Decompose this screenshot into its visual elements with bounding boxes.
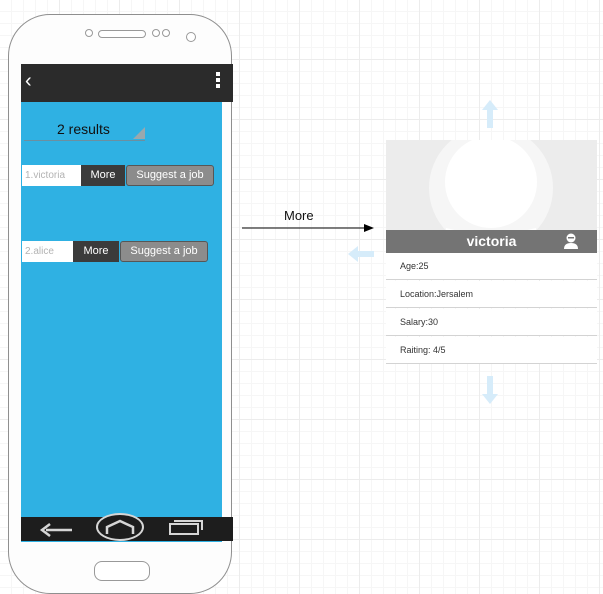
more-button-victoria[interactable]: More [81, 165, 125, 186]
profile-rating: Raiting: 4/5 [386, 337, 597, 364]
phone-bottom-button [94, 561, 150, 581]
arrow-up-hint-icon [482, 100, 498, 128]
sensor-dot [152, 29, 160, 37]
profile-salary: Salary:30 [386, 309, 597, 336]
back-nav-icon[interactable] [36, 520, 76, 538]
profile-location: Location:Jersalem [386, 281, 597, 308]
results-count: 2 results [57, 121, 110, 137]
result-name-alice: 2.alice [22, 241, 73, 262]
navigation-arrow [242, 224, 374, 232]
connector-label: More [284, 208, 314, 223]
results-underline [24, 140, 145, 141]
camera-dot [85, 29, 93, 37]
app-top-bar [21, 64, 233, 102]
phone-screen [21, 64, 222, 542]
profile-age: Age:25 [386, 253, 597, 280]
phone-speaker [98, 30, 146, 38]
home-nav-icon [105, 519, 135, 534]
suggest-job-button-alice[interactable]: Suggest a job [120, 241, 208, 262]
recents-nav-icon[interactable] [166, 518, 206, 538]
more-button-alice[interactable]: More [73, 241, 119, 262]
results-corner-mark [133, 127, 145, 139]
arrow-down-hint-icon [482, 376, 498, 404]
result-name-victoria: 1.victoria [22, 165, 81, 186]
back-icon[interactable]: ‹ [25, 70, 32, 92]
user-icon [564, 233, 578, 249]
front-camera [186, 32, 196, 42]
suggest-job-button-victoria[interactable]: Suggest a job [126, 165, 214, 186]
sensor-dot-2 [162, 29, 170, 37]
avatar-placeholder-icon [429, 140, 553, 232]
arrow-left-hint-icon [348, 246, 374, 262]
profile-photo-placeholder [386, 140, 597, 232]
overflow-menu-icon[interactable] [216, 72, 220, 90]
